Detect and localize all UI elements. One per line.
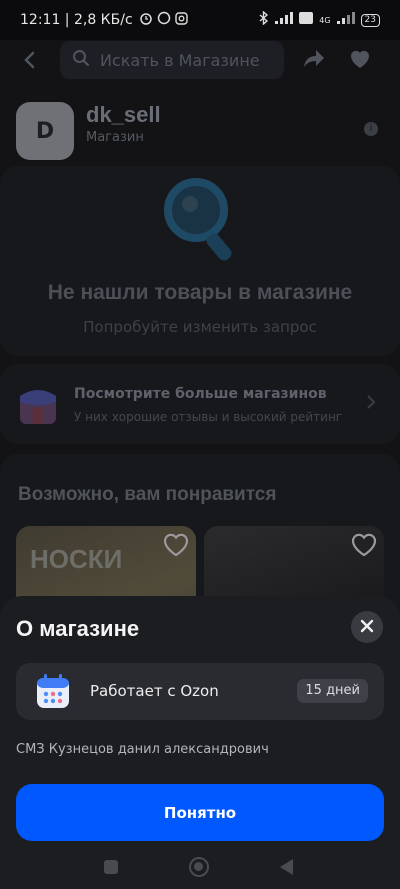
network-4g-label: 4G [319,15,331,25]
recommendations-title: Возможно, вам понравится [18,484,277,505]
info-icon[interactable]: i [364,122,378,136]
home-icon[interactable] [189,857,209,877]
shop-name[interactable]: dk_sell [86,102,161,128]
more-shops-subtitle: У них хорошие отзывы и высокий рейтинг [74,410,343,424]
system-nav-bar [0,850,400,889]
back-arrow-icon[interactable] [18,48,42,72]
works-with-ozon-row: Работает с Ozon 15 дней [16,663,384,720]
calendar-icon [36,673,70,709]
share-icon[interactable] [302,48,326,74]
empty-subtitle: Попробуйте изменить запрос [83,318,317,336]
signal-2-icon [336,12,355,28]
alarm-icon [139,11,153,29]
whatsapp-icon [157,11,171,29]
chevron-right-icon [366,394,376,415]
status-bar: 12:11 | 2,8 КБ/с 4G 23 [0,0,400,40]
status-time: 12:11 | 2,8 КБ/с [20,12,133,28]
more-shops-title: Посмотрите больше магазинов [74,386,327,402]
ok-button[interactable]: Понятно [16,784,384,841]
sheet-title: О магазине [16,616,140,641]
magnifier-illustration-icon [160,174,240,270]
shop-type: Магазин [86,130,144,145]
battery-indicator: 23 [360,13,380,27]
ozon-label: Работает с Ozon [90,682,219,700]
back-triangle-icon[interactable] [280,859,293,875]
more-shops-card[interactable]: Посмотрите больше магазинов У них хороши… [0,364,400,444]
heart-icon[interactable] [348,48,372,74]
days-badge: 15 дней [297,679,368,703]
close-icon [360,617,374,638]
volte-icon [299,12,314,28]
empty-results-card: Не нашли товары в магазине Попробуйте из… [0,166,400,356]
shop-header: D dk_sell Магазин i [0,92,400,162]
search-input[interactable]: Искать в Магазине [60,41,284,79]
top-bar: Искать в Магазине [0,40,400,80]
close-button[interactable] [351,611,383,643]
about-shop-sheet: О магазине Работает с Ozon 15 дней СМЗ К… [0,596,400,889]
search-icon [72,49,90,71]
search-placeholder: Искать в Магазине [100,50,260,70]
product-image-text: НОСКИ [30,544,123,574]
favorite-heart-icon[interactable] [350,532,378,560]
instagram-icon [174,11,188,29]
bluetooth-icon [259,10,269,29]
signal-icon [275,12,294,28]
recents-icon[interactable] [104,860,118,874]
favorite-heart-icon[interactable] [162,532,190,560]
seller-legal-name: СМЗ Кузнецов данил александрович [16,742,269,757]
store-icon [18,386,58,426]
empty-title: Не нашли товары в магазине [47,281,353,304]
shop-avatar[interactable]: D [16,102,74,160]
